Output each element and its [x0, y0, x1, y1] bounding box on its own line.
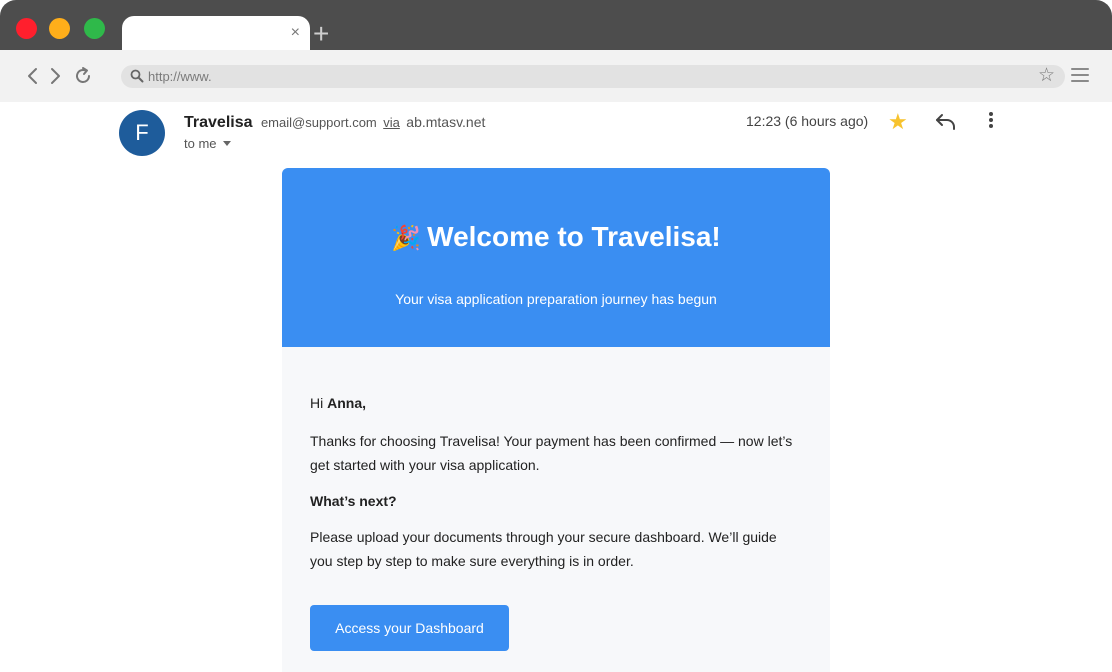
- more-vert-icon[interactable]: [983, 112, 999, 132]
- url-text[interactable]: http://www.: [148, 69, 212, 84]
- sender-email: email@support.com: [260, 115, 377, 130]
- sender-name: Travelisa: [184, 114, 253, 131]
- hero-subtitle: Your visa application preparation journe…: [395, 291, 717, 307]
- maximize-window-button[interactable]: [84, 18, 105, 39]
- email-body: 🎉 Welcome to Travelisa! Your visa applica…: [282, 168, 830, 672]
- forward-icon[interactable]: [45, 64, 65, 88]
- chevron-down-icon[interactable]: [222, 141, 231, 146]
- greeting-prefix: Hi: [310, 395, 328, 411]
- close-window-button[interactable]: [16, 18, 37, 39]
- via-link[interactable]: via: [383, 115, 400, 130]
- email-timestamp: 12:23 (6 hours ago): [746, 113, 869, 129]
- email-hero: 🎉 Welcome to Travelisa! Your visa applica…: [282, 168, 830, 347]
- recipient-toggle[interactable]: to me: [184, 136, 231, 152]
- whats-next-heading: What’s next?: [310, 493, 397, 509]
- hero-title-text: Welcome to Travelisa!: [427, 221, 721, 252]
- sender-line: Travelisa email@support.com via ab.mtasv…: [184, 112, 485, 133]
- recipient-label: to me: [184, 136, 217, 151]
- title-bar: × +: [0, 0, 1112, 50]
- browser-tab[interactable]: ×: [122, 16, 310, 50]
- back-icon[interactable]: [23, 64, 43, 88]
- new-tab-button[interactable]: +: [313, 20, 329, 48]
- bookmark-star-icon[interactable]: ☆: [1038, 66, 1055, 86]
- star-icon[interactable]: ★: [888, 110, 908, 134]
- email-content: Hi Anna, Thanks for choosing Travelisa! …: [282, 347, 830, 651]
- greeting: Hi Anna,: [310, 391, 802, 415]
- search-icon: [130, 69, 144, 83]
- menu-icon[interactable]: [1071, 68, 1089, 84]
- avatar: F: [119, 110, 165, 156]
- party-popper-icon: 🎉: [391, 225, 422, 252]
- instructions-paragraph: Please upload your documents through you…: [310, 529, 777, 569]
- hero-title: 🎉 Welcome to Travelisa!: [282, 168, 830, 256]
- browser-toolbar: http://www. ☆: [0, 50, 1112, 102]
- minimize-window-button[interactable]: [49, 18, 70, 39]
- reload-icon[interactable]: [74, 64, 94, 88]
- access-dashboard-button[interactable]: Access your Dashboard: [310, 605, 509, 651]
- greeting-name: Anna,: [327, 395, 367, 411]
- address-bar[interactable]: http://www. ☆: [121, 65, 1065, 88]
- tab-close-icon[interactable]: ×: [291, 23, 300, 43]
- via-domain: ab.mtasv.net: [406, 114, 486, 130]
- browser-window: × + http://www. ☆ F Travelisa email@supp…: [0, 0, 1112, 672]
- confirmation-paragraph: Thanks for choosing Travelisa! Your paym…: [310, 433, 793, 473]
- reply-icon[interactable]: [934, 111, 958, 133]
